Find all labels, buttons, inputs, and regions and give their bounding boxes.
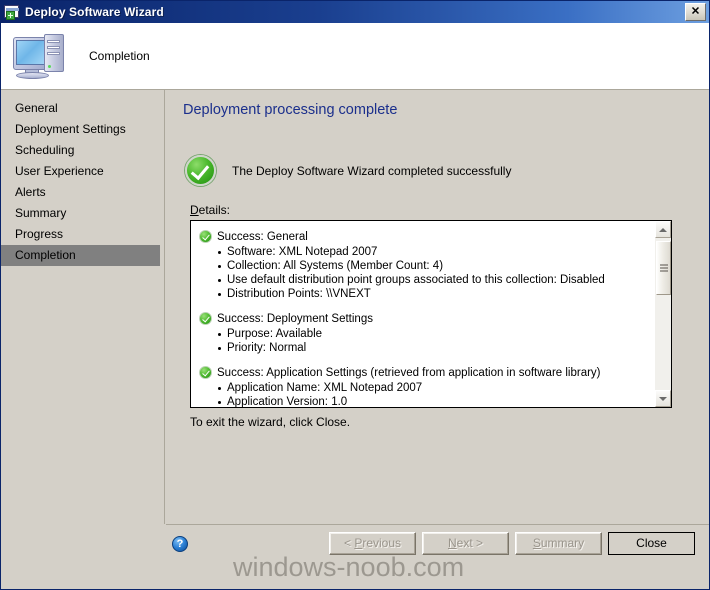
close-button[interactable]: Close xyxy=(608,532,695,555)
computer-icon xyxy=(11,31,71,81)
wizard-header: Completion xyxy=(1,23,709,90)
scroll-up-button[interactable] xyxy=(655,221,671,238)
close-window-button[interactable]: ✕ xyxy=(685,3,706,21)
list-item: Distribution Points: \\VNEXT xyxy=(199,287,654,301)
wizard-footer: ? < Previous Next > Summary Close xyxy=(166,524,709,589)
previous-button[interactable]: < Previous xyxy=(329,532,416,555)
details-list-content: Success: General Software: XML Notepad 2… xyxy=(191,221,654,407)
exit-instruction: To exit the wizard, click Close. xyxy=(190,415,351,429)
button-prefix: < xyxy=(343,536,355,550)
deploy-software-wizard-window: Deploy Software Wizard ✕ Completion Gene… xyxy=(0,0,710,590)
list-item: Priority: Normal xyxy=(199,341,654,355)
grip-icon xyxy=(660,264,668,272)
wizard-steps-sidebar: General Deployment Settings Scheduling U… xyxy=(1,90,165,524)
details-label-accel: D xyxy=(190,203,199,217)
button-label: revious xyxy=(362,536,402,550)
list-item: Application Name: XML Notepad 2007 xyxy=(199,381,654,395)
scroll-down-button[interactable] xyxy=(655,390,671,407)
success-check-icon xyxy=(185,155,216,186)
success-check-icon xyxy=(199,312,212,325)
success-message: The Deploy Software Wizard completed suc… xyxy=(232,163,512,178)
wizard-body: General Deployment Settings Scheduling U… xyxy=(1,90,709,524)
detail-group-header: Success: General xyxy=(199,230,654,244)
detail-group-application-settings: Success: Application Settings (retrieved… xyxy=(199,366,654,407)
detail-group-deployment-settings: Success: Deployment Settings Purpose: Av… xyxy=(199,312,654,355)
close-icon: ✕ xyxy=(690,5,701,18)
success-check-icon xyxy=(199,366,212,379)
list-item: Purpose: Available xyxy=(199,327,654,341)
button-label: Close xyxy=(636,536,667,550)
button-accel: S xyxy=(532,536,541,550)
detail-bullet-list: Purpose: Available Priority: Normal xyxy=(199,327,654,355)
sidebar-item-summary[interactable]: Summary xyxy=(1,203,164,224)
details-label: Details: xyxy=(190,203,709,217)
details-listbox[interactable]: Success: General Software: XML Notepad 2… xyxy=(190,220,672,408)
chevron-down-icon xyxy=(659,396,667,401)
next-button[interactable]: Next > xyxy=(422,532,509,555)
detail-bullet-list: Software: XML Notepad 2007 Collection: A… xyxy=(199,245,654,301)
sidebar-item-general[interactable]: General xyxy=(1,98,164,119)
footer-button-row: < Previous Next > Summary Close xyxy=(329,532,695,555)
header-title: Completion xyxy=(89,49,150,63)
list-item: Software: XML Notepad 2007 xyxy=(199,245,654,259)
details-label-rest: etails: xyxy=(198,203,231,217)
help-icon[interactable]: ? xyxy=(172,536,188,552)
sidebar-item-user-experience[interactable]: User Experience xyxy=(1,161,164,182)
detail-group-header: Success: Application Settings (retrieved… xyxy=(199,366,654,380)
chevron-up-icon xyxy=(659,227,667,232)
detail-bullet-list: Application Name: XML Notepad 2007 Appli… xyxy=(199,381,654,407)
scrollbar-thumb[interactable] xyxy=(656,241,671,295)
detail-group-header: Success: Deployment Settings xyxy=(199,312,654,326)
wizard-window-icon xyxy=(4,4,20,20)
help-glyph: ? xyxy=(176,538,184,550)
list-item: Application Version: 1.0 xyxy=(199,395,654,407)
title-bar: Deploy Software Wizard ✕ xyxy=(1,1,709,23)
success-check-icon xyxy=(199,230,212,243)
page-title: Deployment processing complete xyxy=(183,102,398,118)
detail-group-title: Success: Deployment Settings xyxy=(217,313,373,325)
list-item: Use default distribution point groups as… xyxy=(199,273,654,287)
detail-group-title: Success: Application Settings (retrieved… xyxy=(217,367,601,379)
button-accel: N xyxy=(447,536,457,550)
summary-button[interactable]: Summary xyxy=(515,532,602,555)
button-label: ext > xyxy=(456,536,484,550)
sidebar-item-deployment-settings[interactable]: Deployment Settings xyxy=(1,119,164,140)
sidebar-item-progress[interactable]: Progress xyxy=(1,224,164,245)
window-title: Deploy Software Wizard xyxy=(25,5,164,19)
button-label: ummary xyxy=(540,536,585,550)
sidebar-item-completion[interactable]: Completion xyxy=(1,245,160,266)
success-banner: The Deploy Software Wizard completed suc… xyxy=(185,155,709,186)
wizard-content: Deployment processing complete The Deplo… xyxy=(165,90,709,524)
sidebar-item-alerts[interactable]: Alerts xyxy=(1,182,164,203)
detail-group-title: Success: General xyxy=(217,231,308,243)
detail-group-general: Success: General Software: XML Notepad 2… xyxy=(199,230,654,301)
sidebar-item-scheduling[interactable]: Scheduling xyxy=(1,140,164,161)
details-scrollbar[interactable] xyxy=(654,221,671,407)
list-item: Collection: All Systems (Member Count: 4… xyxy=(199,259,654,273)
